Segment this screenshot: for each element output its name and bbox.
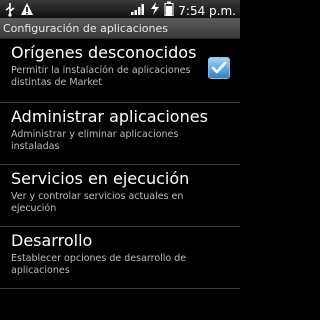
list-item-manage-apps[interactable]: Administrar aplicaciones Administrar y e… (0, 103, 240, 165)
signal-icon (130, 1, 146, 20)
list-item-title: Desarrollo (11, 231, 93, 250)
battery-icon (164, 1, 174, 20)
checkmark-icon (211, 61, 227, 74)
charging-icon (150, 1, 160, 20)
list-item-title: Servicios en ejecución (11, 169, 190, 188)
list-item-subtitle: Administrar y eliminar aplicaciones inst… (11, 129, 179, 152)
list-item-development[interactable]: Desarrollo Establecer opciones de desarr… (0, 227, 240, 289)
status-bar: 7:54 p.m. (0, 0, 240, 19)
settings-list: Orígenes desconocidos Permitir la instal… (0, 39, 240, 289)
list-item-title: Orígenes desconocidos (11, 43, 197, 62)
list-item-subtitle: Permitir la instalación de aplicaciones … (11, 65, 191, 88)
status-time: 7:54 p.m. (178, 3, 236, 18)
page-title: Configuración de aplicaciones (0, 19, 240, 39)
unknown-sources-checkbox[interactable] (208, 57, 230, 79)
status-right-icons: 7:54 p.m. (130, 1, 236, 20)
list-item-running-services[interactable]: Servicios en ejecución Ver y controlar s… (0, 165, 240, 227)
list-item-subtitle: Establecer opciones de desarrollo de apl… (11, 253, 187, 276)
list-item-subtitle: Ver y controlar servicios actuales en ej… (11, 191, 184, 214)
list-item-unknown-sources[interactable]: Orígenes desconocidos Permitir la instal… (0, 39, 240, 103)
list-item-title: Administrar aplicaciones (11, 107, 208, 126)
